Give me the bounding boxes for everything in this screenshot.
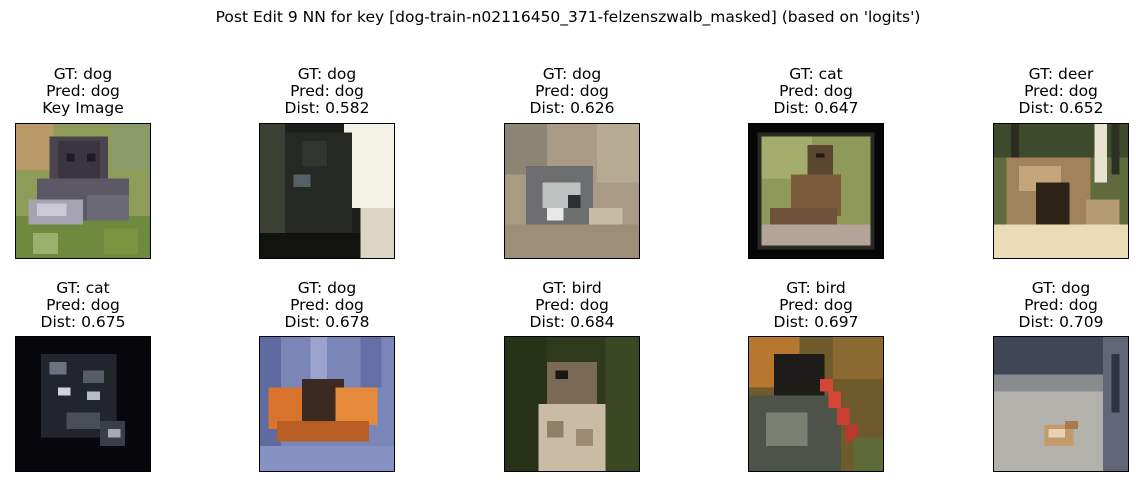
grey-dog-on-sand-image xyxy=(505,124,639,258)
distance-label: Dist: 0.582 xyxy=(284,99,370,117)
orange-dogs-on-blue-image xyxy=(260,337,394,471)
gt-label: GT: dog xyxy=(297,65,357,83)
distance-label: Dist: 0.684 xyxy=(529,313,615,331)
distance-label: Dist: 0.647 xyxy=(773,99,859,117)
pred-label: Pred: dog xyxy=(535,296,609,314)
thumbnail-image xyxy=(993,123,1129,259)
pred-label: Pred: dog xyxy=(290,82,364,100)
gt-label: GT: dog xyxy=(297,279,357,297)
panel-caption: GT: cat Pred: dog Dist: 0.675 xyxy=(0,280,191,331)
gt-label: GT: cat xyxy=(789,65,843,83)
distance-label: Dist: 0.709 xyxy=(1018,313,1104,331)
thumbnail-image xyxy=(15,336,151,472)
thumbnail-image xyxy=(15,123,151,259)
gt-label: GT: dog xyxy=(542,65,602,83)
pred-label: Pred: dog xyxy=(1024,82,1098,100)
gt-label: GT: cat xyxy=(56,279,110,297)
pred-label: Pred: dog xyxy=(46,296,120,314)
gt-label: GT: bird xyxy=(542,279,602,297)
dark-cat-face-image xyxy=(16,337,150,471)
distance-label: Dist: 0.675 xyxy=(40,313,126,331)
dog-on-grass-image xyxy=(16,124,150,258)
distance-label: Dist: 0.626 xyxy=(529,99,615,117)
pred-label: Pred: dog xyxy=(46,82,120,100)
panel-caption: GT: dog Pred: dog Dist: 0.678 xyxy=(219,280,435,331)
pred-label: Pred: dog xyxy=(779,296,853,314)
small-dog-on-floor-image xyxy=(994,337,1128,471)
thumbnail-image xyxy=(993,336,1129,472)
panel-caption: GT: dog Pred: dog Key Image xyxy=(0,66,191,117)
framed-cat-image xyxy=(749,124,883,258)
thumbnail-image xyxy=(504,123,640,259)
panel-caption: GT: bird Pred: dog Dist: 0.684 xyxy=(464,280,680,331)
bird-with-red-beak-image xyxy=(749,337,883,471)
distance-label: Dist: 0.678 xyxy=(284,313,370,331)
gt-label: GT: deer xyxy=(1028,65,1094,83)
black-dog-closeup-image xyxy=(260,124,394,258)
gt-label: GT: dog xyxy=(53,65,113,83)
thumbnail-image xyxy=(259,336,395,472)
gt-label: GT: bird xyxy=(786,279,846,297)
panel-caption: GT: cat Pred: dog Dist: 0.647 xyxy=(708,66,924,117)
thumbnail-image xyxy=(259,123,395,259)
figure-title: Post Edit 9 NN for key [dog-train-n02116… xyxy=(215,8,921,26)
panel-caption: GT: deer Pred: dog Dist: 0.652 xyxy=(953,66,1136,117)
pred-label: Pred: dog xyxy=(290,296,364,314)
pred-label: Pred: dog xyxy=(1024,296,1098,314)
pred-label: Pred: dog xyxy=(779,82,853,100)
panel-caption: GT: dog Pred: dog Dist: 0.582 xyxy=(219,66,435,117)
distance-label: Dist: 0.652 xyxy=(1018,99,1104,117)
pred-label: Pred: dog xyxy=(535,82,609,100)
hawk-image xyxy=(505,337,639,471)
thumbnail-image xyxy=(504,336,640,472)
thumbnail-image xyxy=(748,123,884,259)
key-image-label: Key Image xyxy=(42,99,124,117)
gt-label: GT: dog xyxy=(1031,279,1091,297)
panel-caption: GT: bird Pred: dog Dist: 0.697 xyxy=(708,280,924,331)
distance-label: Dist: 0.697 xyxy=(773,313,859,331)
brown-animal-in-forest-image xyxy=(994,124,1128,258)
panel-caption: GT: dog Pred: dog Dist: 0.626 xyxy=(464,66,680,117)
thumbnail-image xyxy=(748,336,884,472)
panel-caption: GT: dog Pred: dog Dist: 0.709 xyxy=(953,280,1136,331)
